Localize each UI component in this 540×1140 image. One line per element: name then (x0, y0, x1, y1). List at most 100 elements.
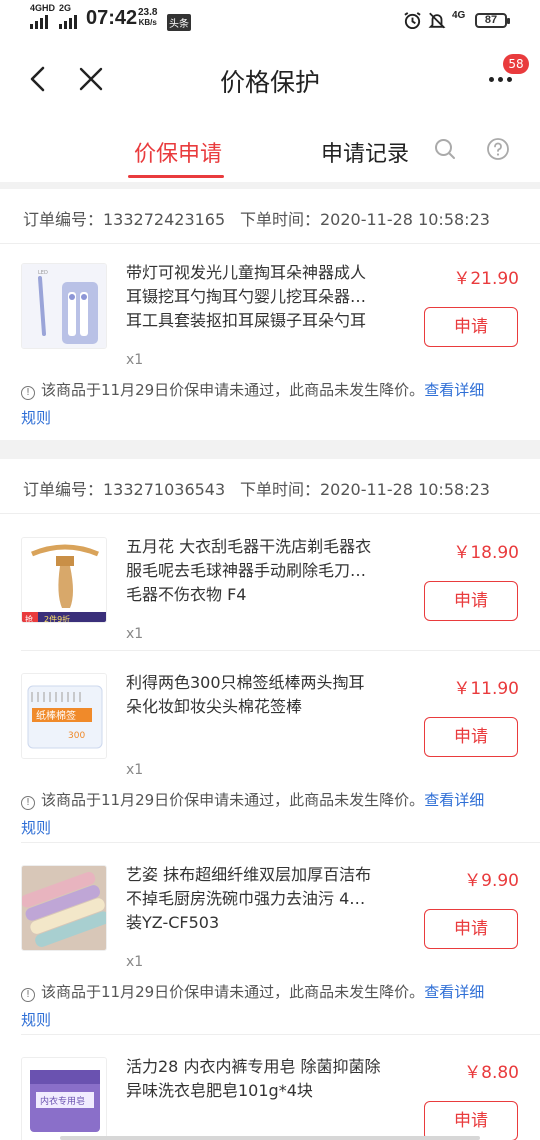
order-card: 订单编号：133271036543 下单时间：2020-11-28 10:58:… (0, 459, 540, 1140)
cotton-swab-product-image: 纸棒棉签 300 (22, 674, 106, 758)
product-name[interactable]: 带灯可视发光儿童掏耳朵神器成人 耳镊挖耳勺掏耳勺婴儿挖耳朵器… 耳工具套装抠扣耳… (126, 261, 396, 333)
product-item: 纸棒棉签 300 利得两色300只棉签纸棒两头掏耳 朵化妆卸妆尖头棉花签棒 ￥1… (0, 650, 540, 840)
rules-link[interactable]: 规则 (21, 409, 51, 427)
product-quantity: x1 (126, 954, 144, 970)
product-image[interactable]: LED (21, 263, 107, 349)
product-name-line: 带灯可视发光儿童掏耳朵神器成人 (126, 263, 367, 282)
product-name[interactable]: 活力28 内衣内裤专用皂 除菌抑菌除 异味洗衣皂肥皂101g*4块 (126, 1055, 396, 1103)
order-time: 下单时间：2020-11-28 10:58:23 (240, 210, 490, 229)
view-rules-link[interactable]: 查看详细 (424, 381, 484, 399)
tab-price-protect-apply[interactable]: 价保申请 (134, 136, 222, 168)
help-icon[interactable] (486, 137, 510, 161)
product-name[interactable]: 五月花 大衣刮毛器干洗店剃毛器衣 服毛呢去毛球神器手动刷除毛刀… 毛器不伤衣物 … (126, 535, 396, 607)
more-dot (507, 77, 512, 82)
notice-text: 该商品于11月29日价保申请未通过，此商品未发生降价。 (41, 381, 425, 399)
order-time: 下单时间：2020-11-28 10:58:23 (240, 480, 490, 499)
battery-icon: 87 (475, 13, 510, 28)
nav-bar: 价格保护 58 (0, 40, 540, 120)
price-protect-notice: ! 该商品于11月29日价保申请未通过，此商品未发生降价。查看详细规则 (21, 786, 521, 842)
signal-icon-2 (59, 15, 77, 29)
product-name-line: 耳工具套装抠扣耳屎镊子耳朵勺耳 (126, 311, 367, 330)
tab-bar: 价保申请 申请记录 (0, 120, 540, 182)
net-speed-value: 23.8 (138, 7, 158, 18)
product-name-line: 耳镊挖耳勺掏耳勺婴儿挖耳朵器… (126, 287, 367, 306)
signal-icon (30, 15, 48, 29)
product-name-line: 活力28 内衣内裤专用皂 除菌抑菌除 (126, 1057, 381, 1076)
product-image[interactable]: 纸棒棉签 300 (21, 673, 107, 759)
net-speed: 23.8 KB/s (138, 8, 157, 28)
order-header: 订单编号：133272423165 下单时间：2020-11-28 10:58:… (0, 189, 540, 244)
apply-button[interactable]: 申请 (424, 307, 518, 347)
product-name-line: 异味洗衣皂肥皂101g*4块 (126, 1081, 313, 1100)
product-image[interactable] (21, 865, 107, 951)
thumb-box-label: 内衣专用皂 (40, 1095, 85, 1107)
info-icon: ! (21, 386, 35, 400)
thumb-tag: 抢 (25, 614, 33, 623)
lint-remover-product-image: 抢 2件9折 (22, 538, 106, 623)
product-price: ￥9.90 (464, 871, 519, 891)
page-title: 价格保护 (219, 68, 320, 97)
order-card: 订单编号：133272423165 下单时间：2020-11-28 10:58:… (0, 189, 540, 440)
more-dot (498, 77, 503, 82)
net-speed-unit: KB/s (138, 18, 157, 27)
product-item: LED 带灯可视发光儿童掏耳朵神器成人 耳镊挖耳勺掏耳勺婴儿挖耳朵器… 耳工具套… (0, 240, 540, 436)
home-indicator[interactable] (60, 1136, 480, 1140)
tab-apply-records[interactable]: 申请记录 (321, 136, 409, 168)
apply-button[interactable]: 申请 (424, 717, 518, 757)
product-name-line: 服毛呢去毛球神器手动刷除毛刀… (126, 561, 367, 580)
product-item: 抢 2件9折 五月花 大衣刮毛器干洗店剃毛器衣 服毛呢去毛球神器手动刷除毛刀… … (0, 514, 540, 649)
product-name-line: 毛器不伤衣物 F4 (126, 585, 247, 604)
dish-cloth-product-image (22, 866, 106, 950)
tab-active-indicator (128, 175, 224, 178)
toutiao-icon: 头条 (167, 14, 191, 31)
thumb-box-label: 纸棒棉签 (36, 709, 76, 722)
apply-button[interactable]: 申请 (424, 909, 518, 949)
lte-label: 4G (452, 10, 466, 21)
product-name[interactable]: 利得两色300只棉签纸棒两头掏耳 朵化妆卸妆尖头棉花签棒 (126, 671, 396, 719)
search-icon[interactable] (433, 137, 457, 161)
thumb-tag: 2件9折 (44, 614, 70, 623)
product-name-line: 不掉毛厨房洗碗巾强力去油污 4… (126, 889, 366, 908)
rules-link[interactable]: 规则 (21, 1011, 51, 1029)
product-price: ￥11.90 (453, 679, 519, 699)
info-icon: ! (21, 988, 35, 1002)
status-bar: 4GHD 2G 07:42 23.8 KB/s 头条 4G 87 (0, 0, 540, 40)
ear-pick-product-image: LED (22, 264, 106, 348)
rules-link[interactable]: 规则 (21, 819, 51, 837)
product-item: 艺姿 抹布超细纤维双层加厚百洁布 不掉毛厨房洗碗巾强力去油污 4… 装YZ-CF… (0, 842, 540, 1032)
product-name-line: 五月花 大衣刮毛器干洗店剃毛器衣 (126, 537, 372, 556)
view-rules-link[interactable]: 查看详细 (424, 791, 484, 809)
apply-button[interactable]: 申请 (424, 581, 518, 621)
product-quantity: x1 (126, 626, 144, 642)
product-name-line: 利得两色300只棉签纸棒两头掏耳 (126, 673, 365, 692)
product-quantity: x1 (126, 762, 144, 778)
price-protect-notice: ! 该商品于11月29日价保申请未通过，此商品未发生降价。查看详细规则 (21, 978, 521, 1034)
svg-text:LED: LED (38, 270, 48, 276)
mute-bell-icon (428, 12, 446, 29)
product-image[interactable]: 抢 2件9折 (21, 537, 107, 623)
product-item: 内衣专用皂 活力28 内衣内裤专用皂 除菌抑菌除 异味洗衣皂肥皂101g*4块 … (0, 1034, 540, 1140)
price-protect-notice: ! 该商品于11月29日价保申请未通过，此商品未发生降价。查看详细规则 (21, 376, 521, 432)
signal2-label: 2G (59, 3, 72, 13)
product-price: ￥8.80 (464, 1063, 519, 1083)
product-name-line: 朵化妆卸妆尖头棉花签棒 (126, 697, 303, 716)
view-rules-link[interactable]: 查看详细 (424, 983, 484, 1001)
product-name[interactable]: 艺姿 抹布超细纤维双层加厚百洁布 不掉毛厨房洗碗巾强力去油污 4… 装YZ-CF… (126, 863, 396, 935)
message-count-badge: 58 (503, 54, 529, 74)
apply-button[interactable]: 申请 (424, 1101, 518, 1140)
product-name-line: 艺姿 抹布超细纤维双层加厚百洁布 (126, 865, 372, 884)
info-icon: ! (21, 796, 35, 810)
notice-text: 该商品于11月29日价保申请未通过，此商品未发生降价。 (41, 983, 425, 1001)
order-number: 订单编号：133272423165 (23, 210, 226, 229)
clock: 07:42 (86, 7, 138, 29)
alarm-icon (404, 12, 421, 30)
product-quantity: x1 (126, 352, 144, 368)
more-dot (489, 77, 494, 82)
soap-product-image: 内衣专用皂 (22, 1058, 106, 1140)
product-price: ￥18.90 (453, 543, 519, 563)
thumb-count: 300 (68, 731, 85, 741)
order-header: 订单编号：133271036543 下单时间：2020-11-28 10:58:… (0, 459, 540, 514)
signal1-label: 4GHD (30, 3, 56, 13)
product-image[interactable]: 内衣专用皂 (21, 1057, 107, 1140)
notice-text: 该商品于11月29日价保申请未通过，此商品未发生降价。 (41, 791, 425, 809)
